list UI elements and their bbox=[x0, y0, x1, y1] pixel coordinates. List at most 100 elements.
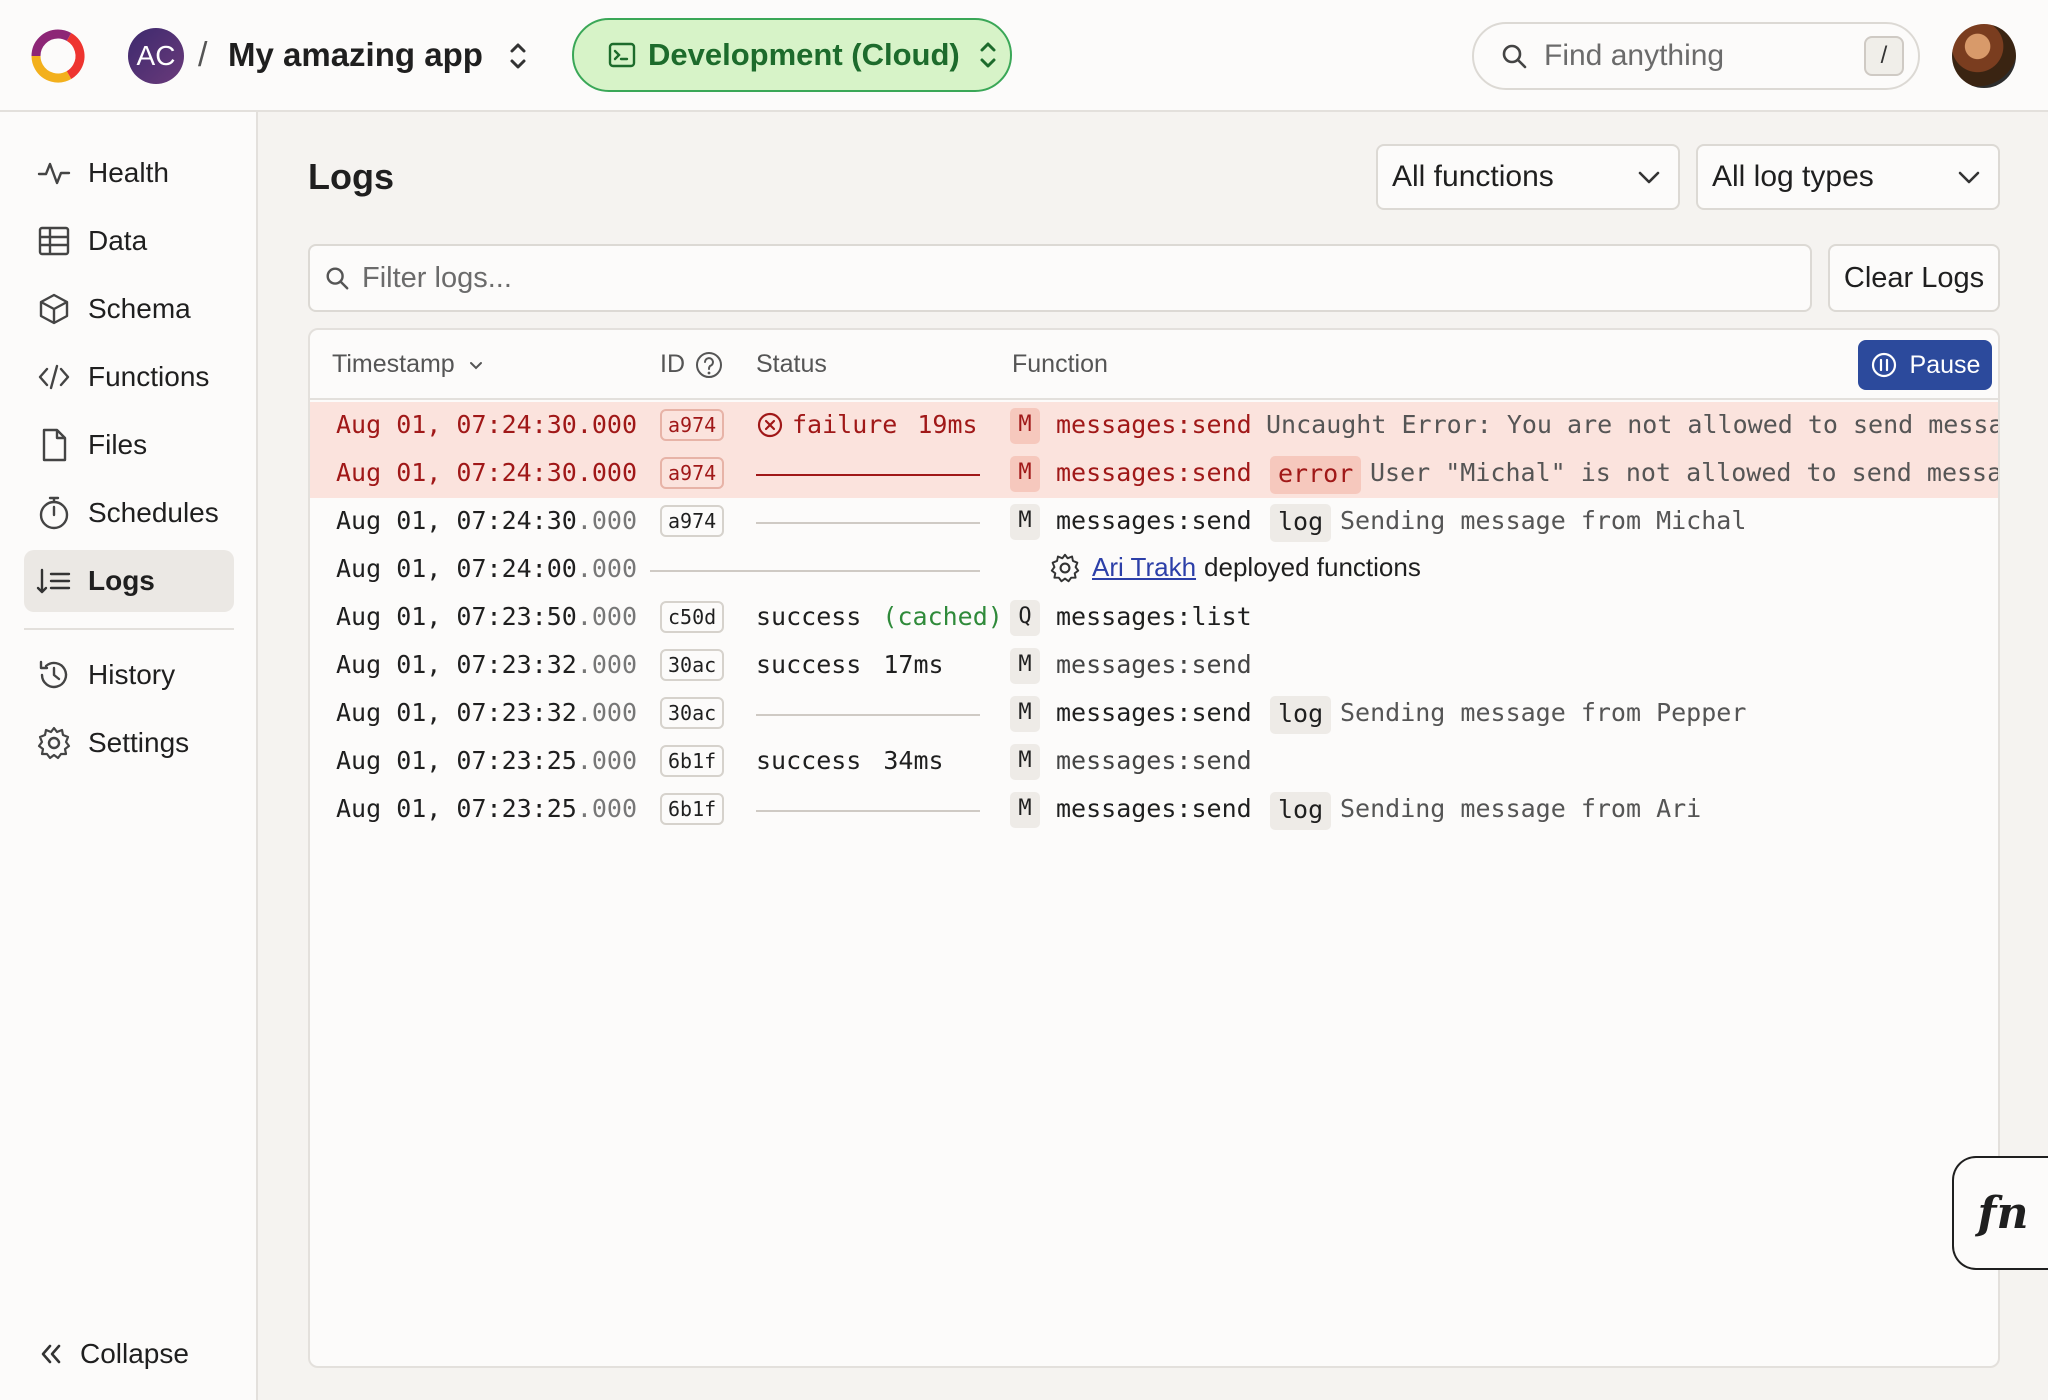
log-row[interactable]: Aug 01, 07:23:25.000 6b1f success 34ms M … bbox=[310, 738, 1998, 786]
log-row[interactable]: Aug 01, 07:23:25.000 6b1f M messages:sen… bbox=[310, 786, 1998, 834]
search-shortcut-key: / bbox=[1864, 36, 1904, 76]
function-type-badge: M bbox=[1010, 792, 1040, 828]
deploy-user-link[interactable]: Ari Trakh bbox=[1092, 552, 1196, 583]
log-timestamp: Aug 01, 07:23:50.000 bbox=[336, 602, 638, 631]
collapse-sidebar-button[interactable]: Collapse bbox=[36, 1338, 189, 1370]
request-id-badge[interactable]: c50d bbox=[660, 601, 725, 633]
table-icon bbox=[38, 226, 70, 256]
function-type-badge: M bbox=[1010, 456, 1040, 492]
sidebar-item-history[interactable]: History bbox=[24, 644, 234, 706]
global-search[interactable]: Find anything / bbox=[1472, 22, 1920, 90]
sidebar-item-label: Files bbox=[88, 429, 148, 460]
file-icon bbox=[42, 428, 67, 462]
request-id-badge[interactable]: a974 bbox=[660, 505, 725, 537]
function-type-badge: M bbox=[1010, 408, 1040, 444]
log-status: success (cached) bbox=[756, 602, 1003, 631]
log-timestamp: Aug 01, 07:23:32.000 bbox=[336, 650, 638, 679]
request-id-badge[interactable]: 6b1f bbox=[660, 793, 725, 825]
cube-icon bbox=[39, 293, 69, 325]
log-timestamp: Aug 01, 07:23:32.000 bbox=[336, 698, 638, 727]
log-row[interactable]: Aug 01, 07:24:30.000 a974 M messages:sen… bbox=[310, 498, 1998, 546]
clear-logs-button[interactable]: Clear Logs bbox=[1828, 244, 2000, 312]
status-placeholder-line bbox=[756, 714, 980, 716]
request-id-badge[interactable]: 30ac bbox=[660, 697, 725, 729]
chevron-down-icon bbox=[1638, 171, 1660, 184]
chevron-up-down-icon[interactable] bbox=[504, 38, 532, 74]
project-name[interactable]: My amazing app bbox=[228, 36, 483, 74]
stopwatch-icon bbox=[39, 496, 69, 530]
log-status: failure 19ms bbox=[756, 410, 978, 439]
function-name: messages:send bbox=[1056, 458, 1252, 487]
function-type-badge: M bbox=[1010, 504, 1040, 540]
request-id-badge[interactable]: 30ac bbox=[660, 649, 725, 681]
column-id: ID bbox=[660, 350, 723, 379]
filter-logs-input[interactable]: Filter logs... bbox=[308, 244, 1812, 312]
collapse-label: Collapse bbox=[80, 1338, 189, 1369]
logtype-filter-select[interactable]: All log types bbox=[1696, 144, 2000, 210]
column-status: Status bbox=[756, 350, 827, 379]
sidebar-item-health[interactable]: Health bbox=[24, 142, 234, 204]
sidebar-item-schedules[interactable]: Schedules bbox=[24, 482, 234, 544]
log-timestamp: Aug 01, 07:24:30.000 bbox=[336, 458, 638, 487]
search-icon bbox=[1502, 44, 1527, 69]
sidebar-item-settings[interactable]: Settings bbox=[24, 712, 234, 774]
log-row-deployment[interactable]: Aug 01, 07:24:00.000 Ari Trakh deployed … bbox=[310, 546, 1998, 594]
sidebar-divider bbox=[24, 628, 234, 630]
team-avatar[interactable]: AC bbox=[128, 28, 184, 84]
function-name: messages:list bbox=[1056, 602, 1252, 631]
log-timestamp: Aug 01, 07:23:25.000 bbox=[336, 746, 638, 775]
function-type-badge: M bbox=[1010, 696, 1040, 732]
sidebar-item-label: History bbox=[88, 659, 176, 690]
log-row[interactable]: Aug 01, 07:24:30.000 a974 failure 19ms M… bbox=[310, 402, 1998, 450]
log-status: success 34ms bbox=[756, 746, 944, 775]
status-placeholder-line bbox=[650, 570, 980, 572]
sidebar-item-label: Schedules bbox=[88, 497, 219, 528]
deploy-text: deployed functions bbox=[1204, 552, 1421, 582]
search-placeholder: Find anything bbox=[1544, 39, 1725, 72]
function-filter-select[interactable]: All functions bbox=[1376, 144, 1680, 210]
top-bar: AC / My amazing app Development (Cloud) … bbox=[0, 0, 2048, 112]
code-icon bbox=[38, 364, 70, 390]
chevron-down-icon bbox=[1958, 171, 1980, 184]
status-placeholder-line bbox=[756, 810, 980, 812]
function-name: messages:send bbox=[1056, 650, 1252, 679]
log-row[interactable]: Aug 01, 07:24:30.000 a974 M messages:sen… bbox=[310, 450, 1998, 498]
chevron-up-down-icon bbox=[980, 42, 996, 68]
pause-icon bbox=[1871, 352, 1896, 378]
log-row[interactable]: Aug 01, 07:23:50.000 c50d success (cache… bbox=[310, 594, 1998, 642]
sidebar-item-label: Functions bbox=[88, 361, 210, 392]
convex-logo-icon[interactable] bbox=[28, 26, 88, 86]
sidebar-item-functions[interactable]: Functions bbox=[24, 346, 234, 408]
function-name: messages:send bbox=[1056, 506, 1252, 535]
log-row[interactable]: Aug 01, 07:23:32.000 30ac success 17ms M … bbox=[310, 642, 1998, 690]
page-title: Logs bbox=[308, 156, 394, 197]
log-level-badge: log bbox=[1270, 504, 1332, 542]
sidebar-item-data[interactable]: Data bbox=[24, 210, 234, 272]
log-level-badge: log bbox=[1270, 792, 1332, 830]
log-timestamp: Aug 01, 07:23:25.000 bbox=[336, 794, 638, 823]
request-id-badge[interactable]: a974 bbox=[660, 409, 725, 441]
sidebar-item-label: Health bbox=[88, 157, 169, 188]
request-id-badge[interactable]: 6b1f bbox=[660, 745, 725, 777]
request-id-badge[interactable]: a974 bbox=[660, 457, 725, 489]
log-row[interactable]: Aug 01, 07:23:32.000 30ac M messages:sen… bbox=[310, 690, 1998, 738]
user-avatar[interactable] bbox=[1952, 24, 2016, 88]
pause-button[interactable]: Pause bbox=[1858, 340, 1992, 390]
help-circle-icon[interactable] bbox=[695, 351, 723, 379]
sidebar-item-files[interactable]: Files bbox=[24, 414, 234, 476]
function-type-badge: M bbox=[1010, 648, 1040, 684]
function-name: messages:send bbox=[1056, 746, 1252, 775]
deployment-selector[interactable]: Development (Cloud) bbox=[572, 18, 1012, 92]
sidebar: Health Data Schema Functions Files Sched… bbox=[0, 112, 258, 1400]
sidebar-item-label: Schema bbox=[88, 293, 191, 324]
list-sort-icon bbox=[36, 568, 71, 594]
column-timestamp[interactable]: Timestamp bbox=[332, 350, 485, 379]
column-function: Function bbox=[1012, 350, 1108, 379]
sidebar-item-logs[interactable]: Logs bbox=[24, 550, 234, 612]
deployment-label: Development (Cloud) bbox=[648, 37, 960, 72]
log-timestamp: Aug 01, 07:24:30.000 bbox=[336, 410, 638, 439]
history-icon bbox=[39, 660, 68, 689]
function-runner-button[interactable]: fn bbox=[1952, 1156, 2048, 1270]
gear-icon bbox=[37, 726, 71, 760]
sidebar-item-schema[interactable]: Schema bbox=[24, 278, 234, 340]
